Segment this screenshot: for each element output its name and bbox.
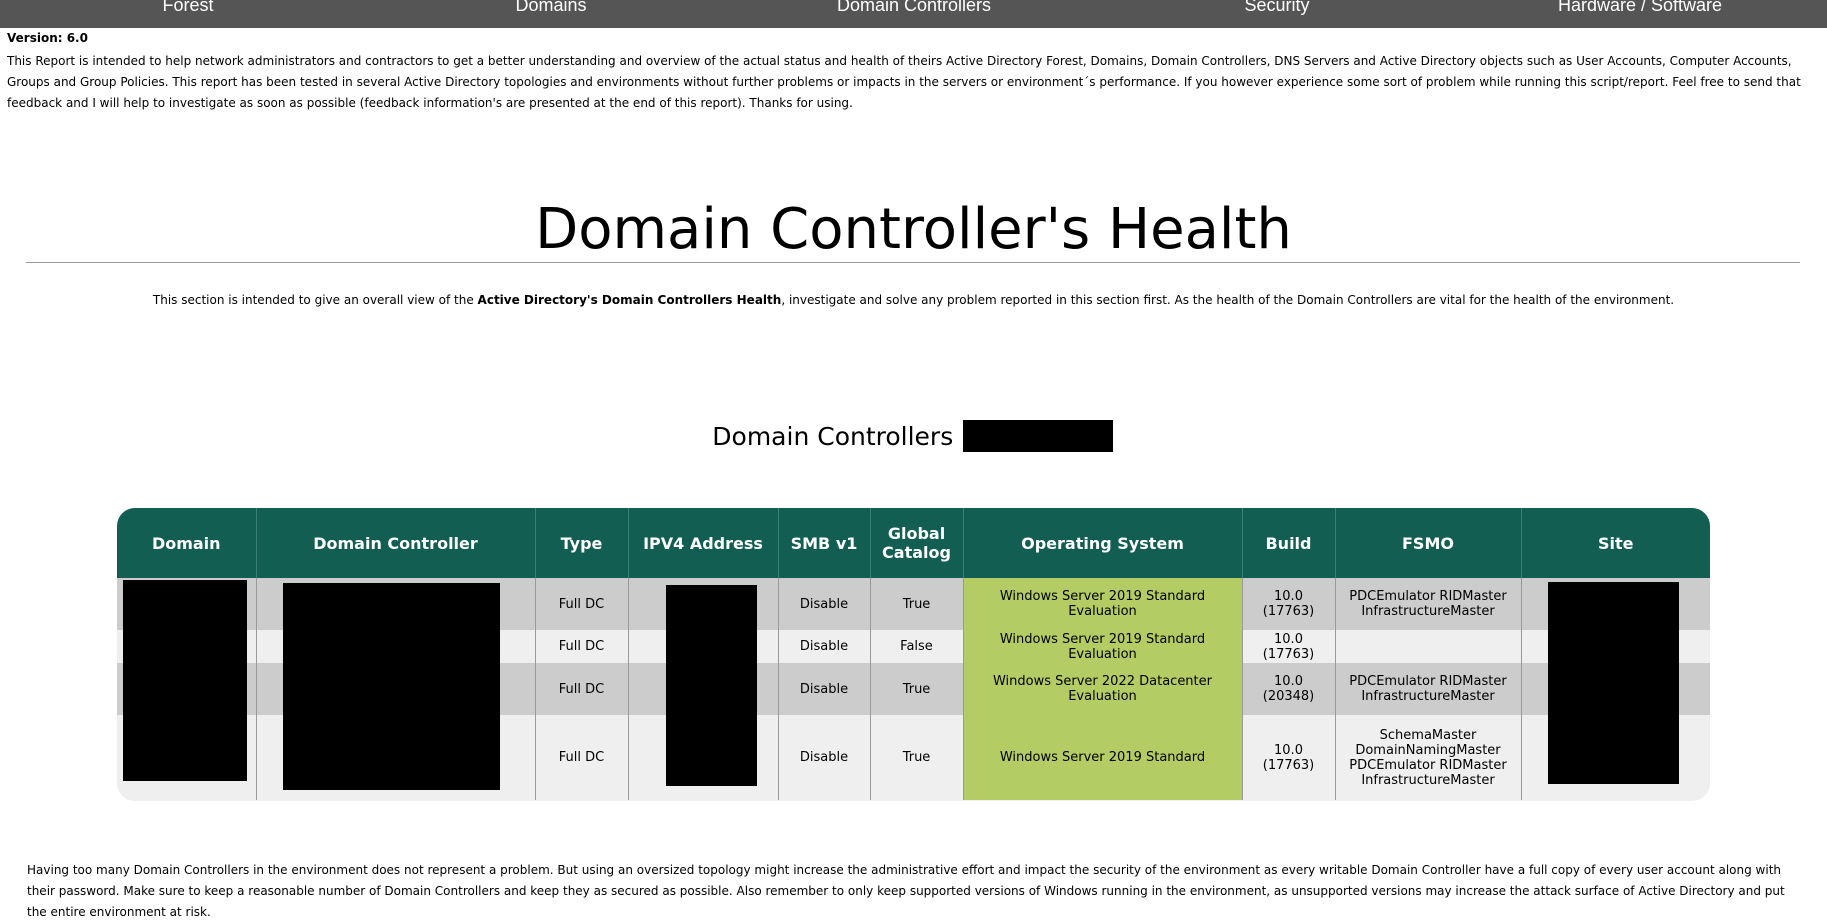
section-description-prefix: This section is intended to give an over… bbox=[152, 293, 478, 307]
fsmo-role-line: SchemaMaster bbox=[1379, 727, 1477, 743]
redacted-domain-controller-cell bbox=[283, 583, 500, 790]
column-header-global-catalog[interactable]: Global Catalog bbox=[869, 508, 963, 578]
fsmo-role-line: DomainNamingMaster bbox=[1355, 742, 1501, 758]
column-header-smb-v1[interactable]: SMB v1 bbox=[777, 508, 870, 578]
cell-global-catalog: False bbox=[869, 630, 963, 663]
cell-type: Full DC bbox=[534, 715, 628, 800]
redacted-site-cell bbox=[1548, 582, 1679, 784]
section-divider bbox=[26, 262, 1800, 263]
cell-smb-v1: Disable bbox=[777, 578, 870, 630]
fsmo-role-line: PDCEmulator RIDMaster bbox=[1349, 589, 1507, 604]
redacted-ipv4-cell bbox=[666, 585, 757, 786]
column-header-domain[interactable]: Domain bbox=[117, 508, 256, 578]
table-header-row: Domain Domain Controller Type IPV4 Addre… bbox=[117, 508, 1710, 578]
redacted-domain-name bbox=[962, 420, 1113, 452]
cell-operating-system: Windows Server 2022 Datacenter Evaluatio… bbox=[962, 663, 1242, 715]
cell-global-catalog: True bbox=[869, 715, 963, 800]
section-description: This section is intended to give an over… bbox=[0, 293, 1827, 307]
nav-domains[interactable]: Domains bbox=[515, 0, 586, 16]
intro-text: This Report is intended to help network … bbox=[7, 54, 1801, 110]
fsmo-role-line: InfrastructureMaster bbox=[1361, 689, 1495, 704]
cell-type: Full DC bbox=[534, 578, 628, 630]
cell-fsmo bbox=[1334, 630, 1521, 663]
column-header-site[interactable]: Site bbox=[1520, 508, 1710, 578]
nav-security[interactable]: Security bbox=[1244, 0, 1309, 16]
redacted-domain-cell bbox=[123, 580, 247, 781]
cell-fsmo: PDCEmulator RIDMaster InfrastructureMaste… bbox=[1334, 663, 1521, 715]
section-title: Domain Controller's Health bbox=[535, 197, 1292, 262]
cell-type: Full DC bbox=[534, 663, 628, 715]
cell-operating-system: Windows Server 2019 Standard bbox=[962, 715, 1242, 800]
version-label: Version: 6.0 bbox=[7, 31, 88, 45]
cell-operating-system: Windows Server 2019 Standard Evaluation bbox=[962, 578, 1242, 630]
fsmo-role-line: PDCEmulator RIDMaster bbox=[1349, 674, 1507, 689]
cell-global-catalog: True bbox=[869, 578, 963, 630]
cell-global-catalog: True bbox=[869, 663, 963, 715]
cell-smb-v1: Disable bbox=[777, 630, 870, 663]
cell-fsmo: SchemaMaster DomainNamingMaster PDCEmulato… bbox=[1334, 715, 1521, 800]
cell-build: 10.0 (17763) bbox=[1241, 578, 1335, 630]
top-navigation: Forest Domains Domain Controllers Securi… bbox=[0, 0, 1827, 28]
cell-operating-system: Windows Server 2019 Standard Evaluation bbox=[962, 630, 1242, 663]
cell-build: 10.0 (17763) bbox=[1241, 630, 1335, 663]
fsmo-role-line: InfrastructureMaster bbox=[1361, 604, 1495, 619]
column-header-ipv4-address[interactable]: IPV4 Address bbox=[627, 508, 778, 578]
cell-smb-v1: Disable bbox=[777, 663, 870, 715]
column-header-fsmo[interactable]: FSMO bbox=[1334, 508, 1521, 578]
column-header-domain-controller[interactable]: Domain Controller bbox=[255, 508, 535, 578]
fsmo-role-line: InfrastructureMaster bbox=[1361, 772, 1495, 788]
section-description-bold: Active Directory's Domain Controllers He… bbox=[477, 293, 782, 307]
fsmo-role-line: PDCEmulator RIDMaster bbox=[1349, 757, 1507, 773]
table-title-suffix: ) bbox=[1104, 422, 1115, 451]
section-description-suffix: , investigate and solve any problem repo… bbox=[781, 293, 1675, 307]
table-title: Domain Controllers () bbox=[0, 420, 1827, 452]
cell-type: Full DC bbox=[534, 630, 628, 663]
nav-domain-controllers[interactable]: Domain Controllers bbox=[837, 0, 991, 16]
column-header-operating-system[interactable]: Operating System bbox=[962, 508, 1242, 578]
cell-fsmo: PDCEmulator RIDMaster InfrastructureMaste… bbox=[1334, 578, 1521, 630]
column-header-type[interactable]: Type bbox=[534, 508, 628, 578]
cell-build: 10.0 (17763) bbox=[1241, 715, 1335, 800]
cell-build: 10.0 (20348) bbox=[1241, 663, 1335, 715]
cell-smb-v1: Disable bbox=[777, 715, 870, 800]
nav-hardware-software[interactable]: Hardware / Software bbox=[1558, 0, 1722, 16]
nav-forest[interactable]: Forest bbox=[162, 0, 213, 16]
column-header-build[interactable]: Build bbox=[1241, 508, 1335, 578]
table-title-prefix: Domain Controllers ( bbox=[712, 422, 971, 451]
